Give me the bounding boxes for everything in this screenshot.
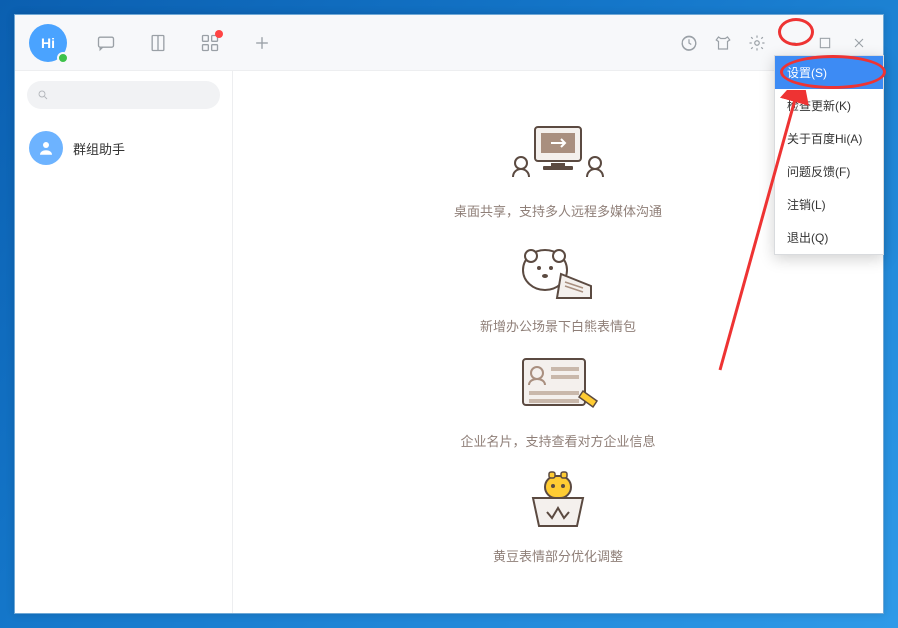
app-window: Hi (14, 14, 884, 614)
search-icon (37, 88, 49, 102)
titlebar: Hi (15, 15, 883, 71)
search-wrap (15, 71, 232, 119)
feature-business-card: 企业名片，支持查看对方企业信息 (460, 349, 655, 450)
feature-caption: 新增办公场景下白熊表情包 (480, 316, 636, 335)
menu-item-feedback[interactable]: 问题反馈(F) (775, 155, 883, 188)
menu-item-settings[interactable]: 设置(S) (775, 56, 883, 89)
avatar-text: Hi (41, 35, 55, 51)
illustration-bear (503, 234, 613, 310)
contacts-icon[interactable] (147, 32, 169, 54)
window-body: 群组助手 (15, 71, 883, 613)
feature-bear-sticker: 新增办公场景下白熊表情包 (480, 234, 636, 335)
search-input[interactable] (55, 88, 210, 102)
illustration-screen-share (503, 119, 613, 195)
online-status-dot (57, 52, 69, 64)
contact-list: 群组助手 (15, 119, 232, 177)
maximize-icon[interactable] (815, 33, 835, 53)
apps-icon[interactable] (199, 32, 221, 54)
menu-item-check-update[interactable]: 检查更新(K) (775, 89, 883, 122)
settings-dropdown: 设置(S) 检查更新(K) 关于百度Hi(A) 问题反馈(F) 注销(L) 退出… (774, 55, 884, 255)
close-icon[interactable] (849, 33, 869, 53)
chat-icon[interactable] (95, 32, 117, 54)
titlebar-left-icons (95, 32, 273, 54)
user-avatar[interactable]: Hi (29, 24, 67, 62)
feature-caption: 企业名片，支持查看对方企业信息 (460, 431, 655, 450)
illustration-emoji (503, 464, 613, 540)
contact-name: 群组助手 (73, 139, 125, 158)
notification-badge (215, 30, 223, 38)
feature-emoji: 黄豆表情部分优化调整 (493, 464, 623, 565)
gear-icon[interactable] (747, 33, 767, 53)
minimize-icon[interactable] (781, 33, 801, 53)
contact-item-group-assistant[interactable]: 群组助手 (15, 123, 232, 173)
sidebar: 群组助手 (15, 71, 233, 613)
menu-item-logout[interactable]: 注销(L) (775, 188, 883, 221)
contact-avatar (29, 131, 63, 165)
menu-item-about[interactable]: 关于百度Hi(A) (775, 122, 883, 155)
menu-item-quit[interactable]: 退出(Q) (775, 221, 883, 254)
feature-caption: 黄豆表情部分优化调整 (493, 546, 623, 565)
add-icon[interactable] (251, 32, 273, 54)
search-box[interactable] (27, 81, 220, 109)
feature-screen-share: 桌面共享，支持多人远程多媒体沟通 (454, 119, 662, 220)
illustration-card (503, 349, 613, 425)
person-icon (37, 139, 55, 157)
titlebar-right-icons (679, 33, 869, 53)
feature-caption: 桌面共享，支持多人远程多媒体沟通 (454, 201, 662, 220)
history-icon[interactable] (679, 33, 699, 53)
skin-icon[interactable] (713, 33, 733, 53)
